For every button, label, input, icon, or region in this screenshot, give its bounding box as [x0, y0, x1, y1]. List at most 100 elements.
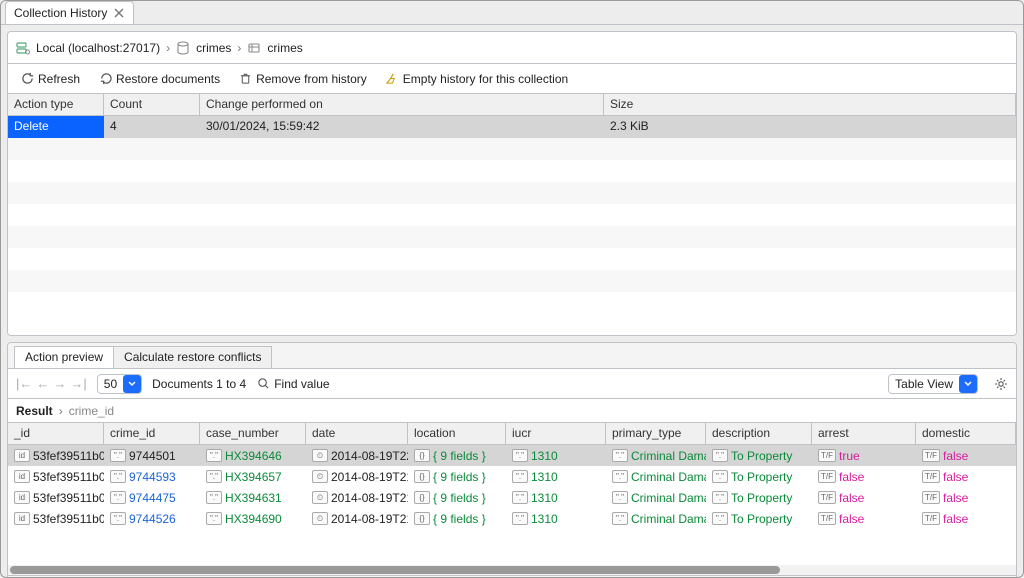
type-badge: "." — [110, 449, 126, 462]
cell-ptype: "."Criminal Damage — [606, 445, 706, 466]
history-row-empty — [8, 226, 1016, 248]
cell-arrest: T/Ffalse — [812, 487, 916, 508]
tab-collection-history[interactable]: Collection History — [5, 1, 134, 24]
type-badge: "." — [206, 512, 222, 525]
col-count[interactable]: Count — [104, 94, 200, 115]
refresh-icon — [20, 72, 34, 86]
database-icon — [176, 41, 190, 55]
type-badge: "." — [712, 449, 728, 462]
doc-row[interactable]: id53fef39511b060"."9744593"."HX394657⏲20… — [8, 466, 1016, 487]
type-badge: id — [14, 449, 30, 462]
bottom-tabs: Action preview Calculate restore conflic… — [8, 343, 1016, 369]
label: Restore documents — [116, 72, 220, 86]
label: Find value — [274, 377, 329, 391]
type-badge: "." — [712, 491, 728, 504]
cell-arrest: T/Ffalse — [812, 466, 916, 487]
cell-case: "."HX394646 — [200, 445, 306, 466]
result-breadcrumb: Result › crime_id — [8, 399, 1016, 423]
cell-id: id53fef39511b060 — [8, 508, 104, 529]
remove-button[interactable]: Remove from history — [234, 70, 371, 88]
nav-prev[interactable]: ← — [36, 376, 49, 391]
nav-next[interactable]: → — [53, 376, 66, 391]
app-window: Collection History Local (localhost:2701… — [0, 0, 1024, 578]
nav-first[interactable]: |← — [16, 376, 32, 391]
type-badge: T/F — [818, 470, 836, 483]
trash-icon — [238, 72, 252, 86]
breadcrumb-collection[interactable]: crimes — [267, 41, 302, 55]
type-badge: {} — [414, 449, 430, 462]
undo-icon — [98, 72, 112, 86]
tab-action-preview[interactable]: Action preview — [14, 346, 114, 368]
doc-row[interactable]: id53fef39511b060"."9744526"."HX394690⏲20… — [8, 508, 1016, 529]
view-select[interactable]: Table View — [888, 374, 978, 394]
cell-domestic: T/Ffalse — [916, 445, 1016, 466]
history-row-empty — [8, 292, 1016, 314]
col-date[interactable]: date — [306, 423, 408, 444]
server-icon — [16, 41, 30, 55]
breadcrumb-database[interactable]: crimes — [196, 41, 231, 55]
col-crime-id[interactable]: crime_id — [104, 423, 200, 444]
doc-row[interactable]: id53fef39511b060"."9744501"."HX394646⏲20… — [8, 445, 1016, 466]
col-id[interactable]: _id — [8, 423, 104, 444]
breadcrumb-connection[interactable]: Local (localhost:27017) — [36, 41, 160, 55]
col-arrest[interactable]: arrest — [812, 423, 916, 444]
type-badge: "." — [712, 470, 728, 483]
type-badge: "." — [110, 491, 126, 504]
page-size-select[interactable]: 50 — [97, 374, 142, 394]
history-rows[interactable]: Delete 4 30/01/2024, 15:59:42 2.3 KiB — [8, 116, 1016, 335]
type-badge: "." — [512, 449, 528, 462]
chevron-down-icon — [959, 375, 977, 393]
cell-id: id53fef39511b060 — [8, 487, 104, 508]
doc-table: _id crime_id case_number date location i… — [8, 423, 1016, 575]
find-value-button[interactable]: Find value — [256, 377, 329, 391]
col-description[interactable]: description — [706, 423, 812, 444]
close-icon[interactable] — [113, 7, 125, 19]
cell-crime-id: "."9744501 — [104, 445, 200, 466]
type-badge: ⏲ — [312, 512, 328, 525]
doc-header: _id crime_id case_number date location i… — [8, 423, 1016, 445]
restore-button[interactable]: Restore documents — [94, 70, 224, 88]
cell-domestic: T/Ffalse — [916, 487, 1016, 508]
cell-ptype: "."Criminal Damage — [606, 466, 706, 487]
type-badge: T/F — [818, 449, 836, 462]
cell-iucr: "."1310 — [506, 466, 606, 487]
col-case[interactable]: case_number — [200, 423, 306, 444]
label: Remove from history — [256, 72, 367, 86]
result-field[interactable]: crime_id — [69, 404, 114, 418]
col-size[interactable]: Size — [604, 94, 1016, 115]
cell-ptype: "."Criminal Damage — [606, 487, 706, 508]
cell-iucr: "."1310 — [506, 445, 606, 466]
type-badge: T/F — [922, 470, 940, 483]
cell-size: 2.3 KiB — [604, 116, 1016, 138]
horizontal-scrollbar[interactable] — [8, 565, 1016, 575]
doc-row-empty — [8, 547, 1016, 565]
cell-location: {}{ 9 fields } — [408, 508, 506, 529]
scrollbar-thumb[interactable] — [10, 566, 780, 574]
type-badge: "." — [110, 470, 126, 483]
history-row-empty — [8, 248, 1016, 270]
history-row[interactable]: Delete 4 30/01/2024, 15:59:42 2.3 KiB — [8, 116, 1016, 138]
empty-button[interactable]: Empty history for this collection — [381, 70, 572, 88]
col-domestic[interactable]: domestic — [916, 423, 1016, 444]
result-root[interactable]: Result — [16, 404, 53, 418]
gear-icon[interactable] — [994, 377, 1008, 391]
type-badge: ⏲ — [312, 470, 328, 483]
doc-row[interactable]: id53fef39511b060"."9744475"."HX394631⏲20… — [8, 487, 1016, 508]
type-badge: {} — [414, 491, 430, 504]
broom-icon — [385, 72, 399, 86]
tab-calculate-conflicts[interactable]: Calculate restore conflicts — [113, 346, 272, 368]
cell-date: ⏲2014-08-19T21: — [306, 487, 408, 508]
col-iucr[interactable]: iucr — [506, 423, 606, 444]
col-location[interactable]: location — [408, 423, 506, 444]
tab-bar: Collection History — [1, 1, 1023, 25]
col-primary-type[interactable]: primary_type — [606, 423, 706, 444]
col-change[interactable]: Change performed on — [200, 94, 604, 115]
cell-domestic: T/Ffalse — [916, 508, 1016, 529]
history-header: Action type Count Change performed on Si… — [8, 94, 1016, 116]
col-action[interactable]: Action type — [8, 94, 104, 115]
refresh-button[interactable]: Refresh — [16, 70, 84, 88]
nav-last[interactable]: →| — [70, 376, 86, 391]
cell-crime-id: "."9744593 — [104, 466, 200, 487]
doc-rows[interactable]: id53fef39511b060"."9744501"."HX394646⏲20… — [8, 445, 1016, 565]
chevron-right-icon: › — [237, 41, 241, 55]
